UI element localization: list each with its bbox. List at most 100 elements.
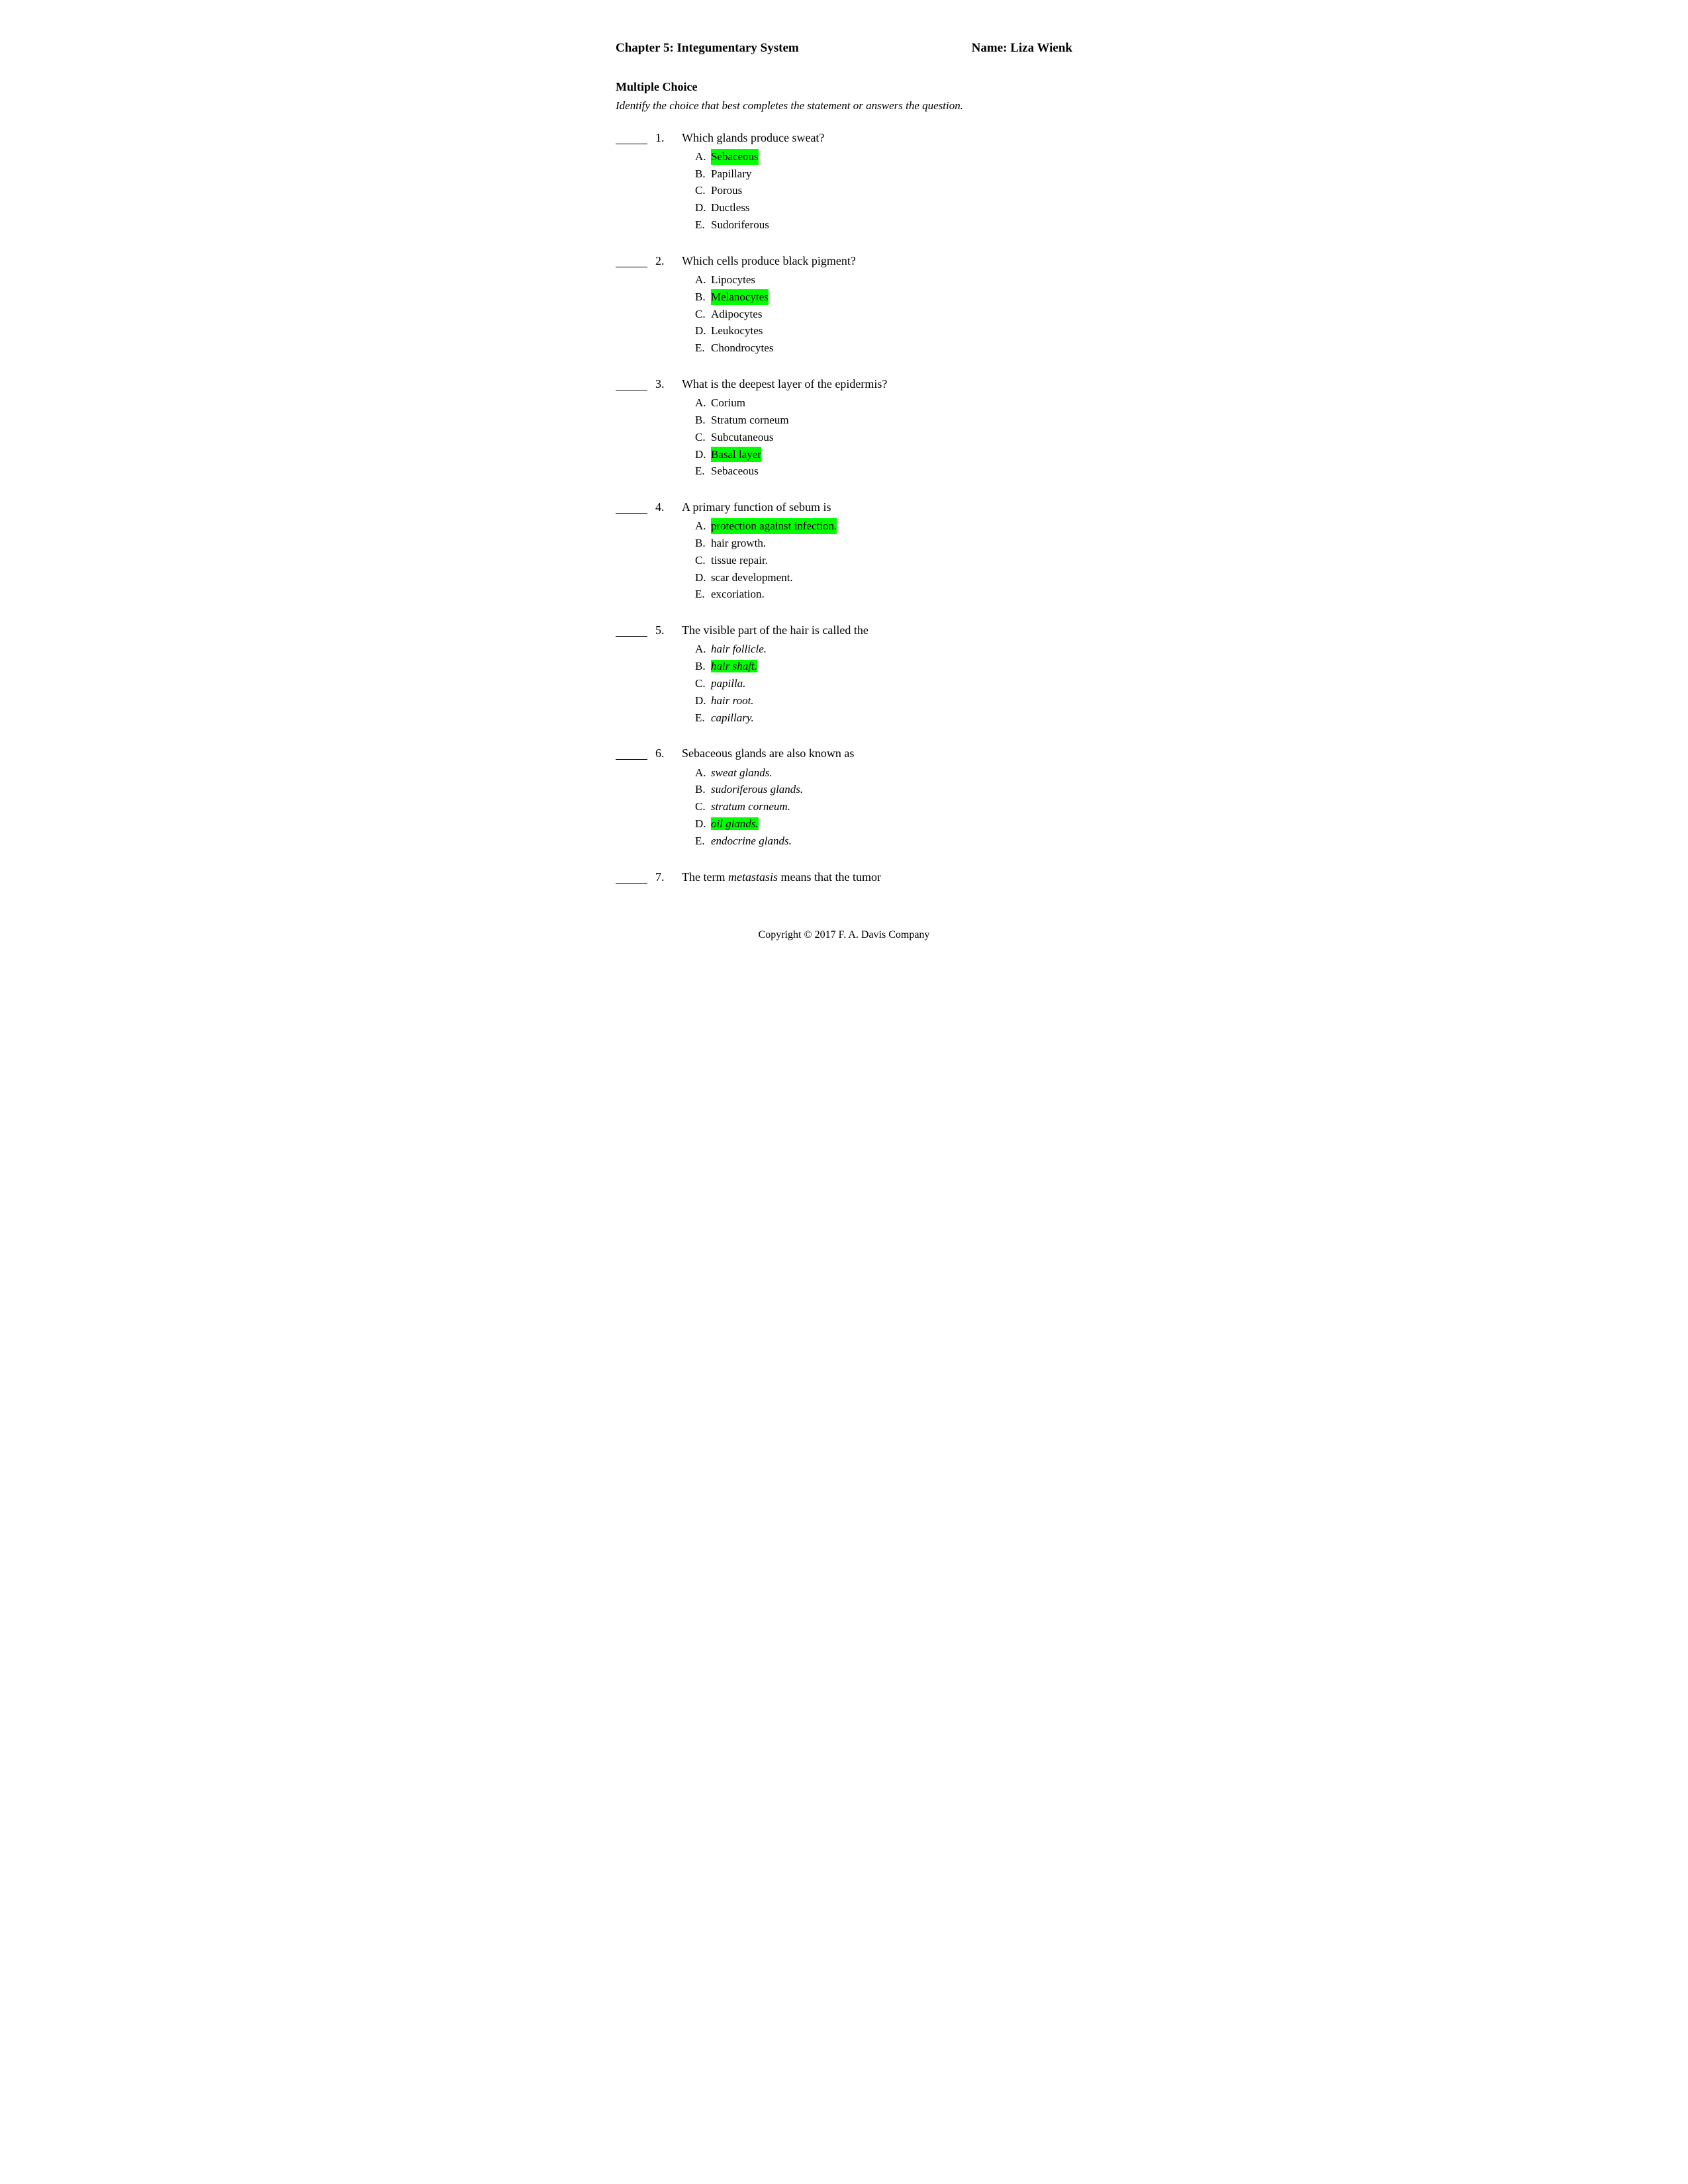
question-block: 1. Which glands produce sweat?A.Sebaceous… xyxy=(616,130,1072,234)
question-number: 4. xyxy=(655,499,677,516)
option-text: hair follicle. xyxy=(711,641,767,657)
option-text: sweat glands. xyxy=(711,765,773,781)
option-label: A. xyxy=(695,149,711,165)
option-text: protection against infection. xyxy=(711,518,837,534)
option-label: E. xyxy=(695,586,711,602)
question-content: A primary function of sebum is A.protecti… xyxy=(682,499,1072,604)
option-text: Chondrocytes xyxy=(711,340,773,356)
option-label: A. xyxy=(695,395,711,411)
question-number: 6. xyxy=(655,745,677,762)
option-item: C.tissue repair. xyxy=(695,553,1072,569)
option-label: B. xyxy=(695,782,711,797)
option-label: C. xyxy=(695,799,711,815)
option-text: stratum corneum. xyxy=(711,799,790,815)
option-label: E. xyxy=(695,710,711,726)
option-label: B. xyxy=(695,659,711,674)
option-text: oil glands. xyxy=(711,816,759,832)
option-label: A. xyxy=(695,272,711,288)
option-text: hair root. xyxy=(711,693,754,709)
option-text: Sudoriferous xyxy=(711,217,769,233)
option-label: B. xyxy=(695,166,711,182)
option-label: C. xyxy=(695,430,711,445)
question-number: 3. xyxy=(655,376,677,392)
chapter-title: Chapter 5: Integumentary System xyxy=(616,40,799,58)
option-item: D.Basal layer xyxy=(695,447,1072,463)
question-block: 7. The term metastasis means that the tum… xyxy=(616,869,1072,888)
option-item: B.hair shaft. xyxy=(695,659,1072,674)
options-list: A.hair follicle.B.hair shaft.C.papilla.D… xyxy=(682,641,1072,725)
option-label: D. xyxy=(695,816,711,832)
option-text: excoriation. xyxy=(711,586,765,602)
option-item: B.Papillary xyxy=(695,166,1072,182)
question-number: 5. xyxy=(655,622,677,639)
option-item: B.Melanocytes xyxy=(695,289,1072,305)
option-label: B. xyxy=(695,535,711,551)
question-number: 7. xyxy=(655,869,677,886)
option-text: sudoriferous glands. xyxy=(711,782,803,797)
option-item: A.Corium xyxy=(695,395,1072,411)
option-label: A. xyxy=(695,641,711,657)
answer-blank xyxy=(616,870,647,884)
answer-blank xyxy=(616,254,647,267)
options-list: A.LipocytesB.MelanocytesC.AdipocytesD.Le… xyxy=(682,272,1072,356)
copyright-text: Copyright © 2017 F. A. Davis Company xyxy=(759,929,930,940)
answer-blank xyxy=(616,500,647,514)
option-text: Lipocytes xyxy=(711,272,755,288)
question-content: What is the deepest layer of the epiderm… xyxy=(682,376,1072,480)
question-block: 6. Sebaceous glands are also known asA.sw… xyxy=(616,745,1072,850)
question-text: The term metastasis means that the tumor xyxy=(682,869,1072,886)
option-text: Sebaceous xyxy=(711,149,759,165)
option-label: B. xyxy=(695,289,711,305)
answer-blank xyxy=(616,747,647,760)
option-text: papilla. xyxy=(711,676,745,692)
option-text: Papillary xyxy=(711,166,751,182)
question-text: A primary function of sebum is xyxy=(682,499,1072,516)
answer-blank xyxy=(616,623,647,637)
option-text: scar development. xyxy=(711,570,793,586)
options-list: A.CoriumB.Stratum corneumC.SubcutaneousD… xyxy=(682,395,1072,479)
option-text: Stratum corneum xyxy=(711,412,789,428)
question-content: Which glands produce sweat?A.SebaceousB.… xyxy=(682,130,1072,234)
question-content: Which cells produce black pigment? A.Lipo… xyxy=(682,253,1072,357)
option-label: E. xyxy=(695,340,711,356)
question-number: 1. xyxy=(655,130,677,146)
options-list: A.protection against infection.B.hair gr… xyxy=(682,518,1072,602)
option-text: Sebaceous xyxy=(711,463,759,479)
option-item: E.endocrine glands. xyxy=(695,833,1072,849)
question-content: The term metastasis means that the tumor xyxy=(682,869,1072,888)
option-label: C. xyxy=(695,183,711,199)
questions-container: 1. Which glands produce sweat?A.Sebaceous… xyxy=(616,130,1072,888)
option-text: tissue repair. xyxy=(711,553,768,569)
option-item: C.Adipocytes xyxy=(695,306,1072,322)
option-text: hair growth. xyxy=(711,535,766,551)
option-item: D.scar development. xyxy=(695,570,1072,586)
option-label: E. xyxy=(695,217,711,233)
option-label: D. xyxy=(695,447,711,463)
option-item: C.Porous xyxy=(695,183,1072,199)
student-name: Name: Liza Wienk xyxy=(972,40,1072,58)
option-item: E.Chondrocytes xyxy=(695,340,1072,356)
option-item: D.hair root. xyxy=(695,693,1072,709)
option-item: E.excoriation. xyxy=(695,586,1072,602)
question-content: Sebaceous glands are also known asA.swea… xyxy=(682,745,1072,850)
question-content: The visible part of the hair is called t… xyxy=(682,622,1072,727)
option-item: A.Lipocytes xyxy=(695,272,1072,288)
option-text: Leukocytes xyxy=(711,323,763,339)
option-item: B.sudoriferous glands. xyxy=(695,782,1072,797)
question-text: Which cells produce black pigment? xyxy=(682,253,1072,269)
option-item: A.sweat glands. xyxy=(695,765,1072,781)
option-item: E.Sudoriferous xyxy=(695,217,1072,233)
option-item: C.stratum corneum. xyxy=(695,799,1072,815)
question-text: The visible part of the hair is called t… xyxy=(682,622,1072,639)
footer: Copyright © 2017 F. A. Davis Company xyxy=(616,928,1072,942)
section-subtitle: Identify the choice that best completes … xyxy=(616,98,1072,114)
answer-blank xyxy=(616,377,647,390)
option-item: E.capillary. xyxy=(695,710,1072,726)
option-text: hair shaft. xyxy=(711,659,757,674)
question-block: 5. The visible part of the hair is called… xyxy=(616,622,1072,727)
option-label: A. xyxy=(695,765,711,781)
question-block: 4. A primary function of sebum is A.protec… xyxy=(616,499,1072,604)
option-text: Corium xyxy=(711,395,745,411)
option-item: C.Subcutaneous xyxy=(695,430,1072,445)
option-item: D.Leukocytes xyxy=(695,323,1072,339)
